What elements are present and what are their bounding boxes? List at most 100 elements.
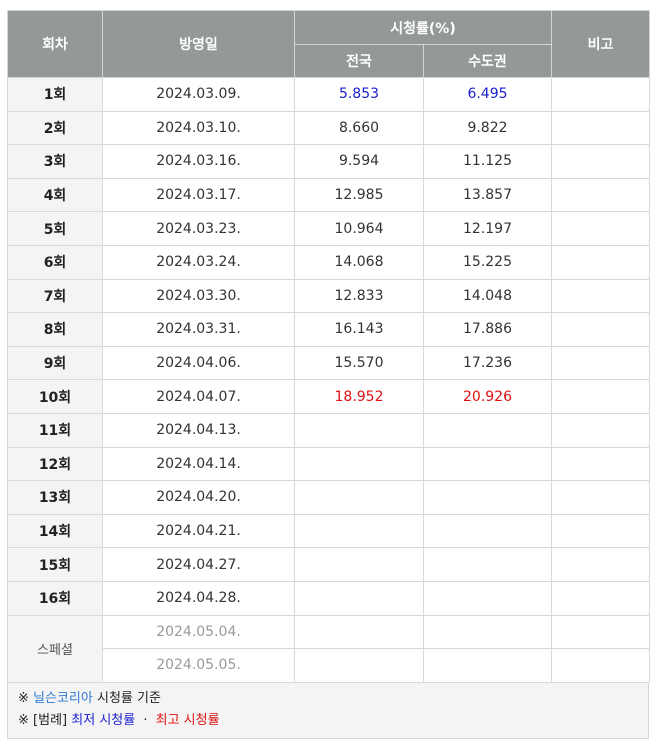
header-capital: 수도권 [423, 44, 552, 78]
table-row: 16회 2024.04.28. [7, 580, 650, 616]
nationwide-rating-cell [294, 648, 424, 683]
nationwide-rating-cell [294, 446, 424, 482]
nationwide-rating-cell [294, 580, 424, 616]
table-row: 스페셜 2024.05.04. [7, 614, 650, 683]
note-cell [551, 312, 650, 347]
note-cell [551, 244, 650, 280]
air-date-cell: 2024.04.13. [102, 412, 295, 448]
air-date-cell: 2024.04.14. [102, 446, 295, 482]
table-row: 1회 2024.03.09. 5.853 6.495 [7, 77, 650, 112]
header-note: 비고 [551, 10, 650, 78]
note-cell [551, 614, 650, 650]
episode-cell: 15회 [7, 547, 103, 582]
table-row: 11회 2024.04.13. [7, 412, 650, 448]
episode-cell: 9회 [7, 345, 103, 381]
episode-cell: 4회 [7, 177, 103, 213]
note-cell [551, 144, 650, 179]
air-date-cell: 2024.03.09. [102, 77, 295, 112]
air-date-cell: 2024.04.28. [102, 580, 295, 616]
nationwide-rating-cell: 9.594 [294, 144, 424, 179]
note-cell [551, 446, 650, 482]
note-cell [551, 648, 650, 683]
nielsen-korea-link[interactable]: 닐슨코리아 [33, 691, 93, 706]
air-date-cell: 2024.03.10. [102, 110, 295, 146]
note-cell [551, 345, 650, 381]
capital-rating-cell: 6.495 [423, 77, 552, 112]
table-notes: ※ 닐슨코리아 시청률 기준 ※ [범례] 최저 시청률 · 최고 시청률 [7, 682, 649, 739]
nationwide-rating-cell [294, 480, 424, 515]
episode-cell: 3회 [7, 144, 103, 179]
note-source: ※ 닐슨코리아 시청률 기준 [18, 688, 638, 710]
table-row: 15회 2024.04.27. [7, 547, 650, 582]
table-row: 3회 2024.03.16. 9.594 11.125 [7, 144, 650, 179]
episode-cell: 12회 [7, 446, 103, 482]
capital-rating-cell [423, 446, 552, 482]
episode-cell: 6회 [7, 244, 103, 280]
air-date-cell: 2024.04.21. [102, 513, 295, 549]
header-episode: 회차 [7, 10, 103, 78]
table-row: 10회 2024.04.07. 18.952 20.926 [7, 379, 650, 414]
nationwide-rating-cell [294, 513, 424, 549]
ratings-table-container: 회차 방영일 시청률(%) 비고 전국 수도권 1회 2024.03.09. 5.8… [7, 10, 650, 739]
episode-cell: 8회 [7, 312, 103, 347]
air-date-cell: 2024.05.05. [102, 648, 295, 683]
nationwide-rating-cell [294, 614, 424, 650]
capital-rating-cell: 9.822 [423, 110, 552, 146]
capital-rating-cell [423, 580, 552, 616]
air-date-cell: 2024.03.17. [102, 177, 295, 213]
capital-rating-cell [423, 614, 552, 650]
air-date-cell: 2024.04.07. [102, 379, 295, 414]
table-row: 8회 2024.03.31. 16.143 17.886 [7, 312, 650, 347]
header-nationwide: 전국 [294, 44, 424, 78]
air-date-cell: 2024.04.27. [102, 547, 295, 582]
nationwide-rating-cell [294, 547, 424, 582]
episode-cell: 5회 [7, 211, 103, 246]
episode-cell: 13회 [7, 480, 103, 515]
ratings-table-body: 1회 2024.03.09. 5.853 6.495 2회 2024.03.10. 8.66… [7, 77, 650, 683]
capital-rating-cell: 14.048 [423, 278, 552, 314]
note-cell [551, 211, 650, 246]
capital-rating-cell: 12.197 [423, 211, 552, 246]
capital-rating-cell: 15.225 [423, 244, 552, 280]
note-cell [551, 278, 650, 314]
air-date-cell: 2024.04.20. [102, 480, 295, 515]
capital-rating-cell: 11.125 [423, 144, 552, 179]
table-row: 12회 2024.04.14. [7, 446, 650, 482]
nationwide-rating-cell [294, 412, 424, 448]
note-mark: ※ [18, 690, 29, 706]
header-ratings-group: 시청률(%) [294, 10, 552, 45]
legend-separator: · [143, 712, 148, 728]
table-row: 13회 2024.04.20. [7, 480, 650, 515]
header-air-date: 방영일 [102, 10, 295, 78]
episode-cell: 10회 [7, 379, 103, 414]
air-date-cell: 2024.03.30. [102, 278, 295, 314]
table-row: 7회 2024.03.30. 12.833 14.048 [7, 278, 650, 314]
nationwide-rating-cell: 15.570 [294, 345, 424, 381]
episode-cell: 14회 [7, 513, 103, 549]
note-cell [551, 513, 650, 549]
legend-lowest: 최저 시청률 [71, 712, 136, 728]
note-cell [551, 379, 650, 414]
capital-rating-cell: 20.926 [423, 379, 552, 414]
air-date-cell: 2024.03.31. [102, 312, 295, 347]
air-date-cell: 2024.03.24. [102, 244, 295, 280]
capital-rating-cell: 17.236 [423, 345, 552, 381]
note-legend: ※ [범례] 최저 시청률 · 최고 시청률 [18, 710, 638, 732]
note-cell [551, 580, 650, 616]
nationwide-rating-cell: 12.985 [294, 177, 424, 213]
note-cell [551, 177, 650, 213]
table-row: 2회 2024.03.10. 8.660 9.822 [7, 110, 650, 146]
episode-cell: 1회 [7, 77, 103, 112]
air-date-cell: 2024.03.23. [102, 211, 295, 246]
capital-rating-cell [423, 412, 552, 448]
legend-highest: 최고 시청률 [155, 712, 220, 728]
note-source-text: 시청률 기준 [97, 690, 161, 706]
note-cell [551, 480, 650, 515]
note-cell [551, 547, 650, 582]
nationwide-rating-cell: 5.853 [294, 77, 424, 112]
capital-rating-cell: 13.857 [423, 177, 552, 213]
table-row: 6회 2024.03.24. 14.068 15.225 [7, 244, 650, 280]
air-date-cell: 2024.03.16. [102, 144, 295, 179]
capital-rating-cell [423, 513, 552, 549]
nationwide-rating-cell: 16.143 [294, 312, 424, 347]
